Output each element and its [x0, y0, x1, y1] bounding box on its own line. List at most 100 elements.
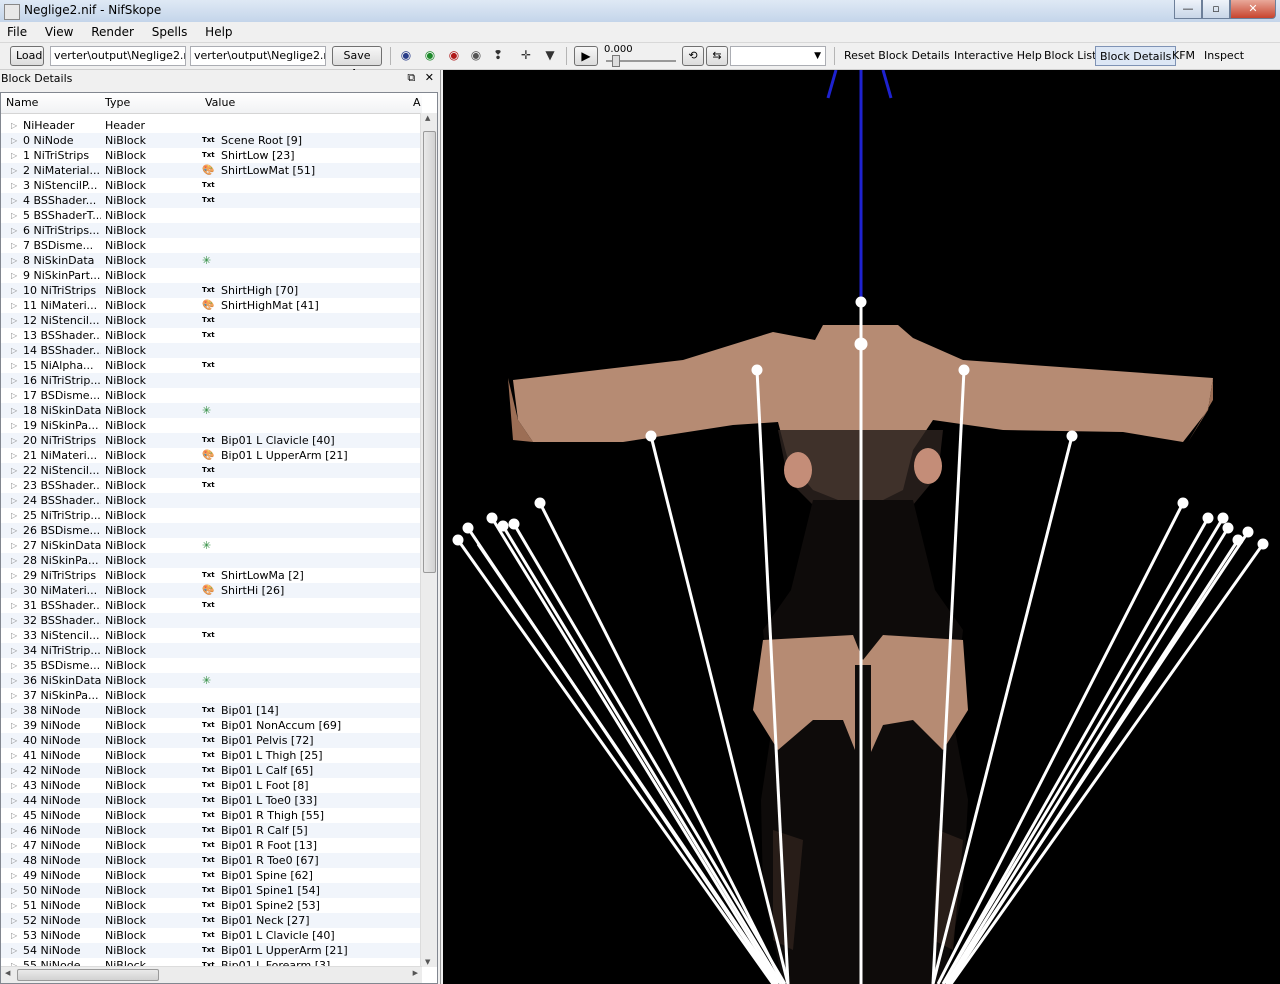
load-button[interactable]: Load — [10, 46, 44, 66]
table-row[interactable]: ▷ 26 BSDisme... NiBlock — [1, 523, 422, 538]
expand-arrow-icon[interactable]: ▷ — [11, 898, 17, 913]
interactive-help-button[interactable]: Interactive Help — [950, 46, 1046, 66]
reset-block-details-button[interactable]: Reset Block Details — [840, 46, 954, 66]
expand-arrow-icon[interactable]: ▷ — [11, 778, 17, 793]
table-row[interactable]: ▷ 49 NiNode NiBlock Txt Bip01 Spine [62] — [1, 868, 422, 883]
table-row[interactable]: ▷ 23 BSShader... NiBlock Txt — [1, 478, 422, 493]
time-slider-handle[interactable] — [612, 55, 620, 67]
expand-arrow-icon[interactable]: ▷ — [11, 418, 17, 433]
expand-arrow-icon[interactable]: ▷ — [11, 283, 17, 298]
table-row[interactable]: ▷ 22 NiStencil... NiBlock Txt — [1, 463, 422, 478]
save-path-field[interactable]: verter\output\Neglige2.nif — [190, 46, 326, 66]
expand-arrow-icon[interactable]: ▷ — [11, 688, 17, 703]
expand-arrow-icon[interactable]: ▷ — [11, 208, 17, 223]
table-row[interactable]: ▷ 15 NiAlpha... NiBlock Txt — [1, 358, 422, 373]
table-row[interactable]: ▷ 6 NiTriStrips... NiBlock — [1, 223, 422, 238]
expand-arrow-icon[interactable]: ▷ — [11, 268, 17, 283]
table-row[interactable]: ▷ 4 BSShader... NiBlock Txt — [1, 193, 422, 208]
table-row[interactable]: ▷ 25 NiTriStrip... NiBlock — [1, 508, 422, 523]
dropdown-arrow-icon[interactable]: ▼ — [542, 48, 558, 62]
column-a[interactable]: A — [413, 96, 421, 109]
table-row[interactable]: ▷ 39 NiNode NiBlock Txt Bip01 NonAccum [69] — [1, 718, 422, 733]
table-row[interactable]: ▷ 9 NiSkinPart... NiBlock — [1, 268, 422, 283]
table-row[interactable]: ▷ 5 BSShaderT... NiBlock — [1, 208, 422, 223]
table-row[interactable]: ▷ 34 NiTriStrip... NiBlock — [1, 643, 422, 658]
block-details-button[interactable]: Block Details — [1095, 46, 1177, 66]
expand-arrow-icon[interactable]: ▷ — [11, 118, 17, 133]
table-row[interactable]: ▷ NiHeader Header — [1, 118, 422, 133]
expand-arrow-icon[interactable]: ▷ — [11, 358, 17, 373]
play-button[interactable]: ▶ — [574, 46, 598, 66]
table-row[interactable]: ▷ 53 NiNode NiBlock Txt Bip01 L Clavicle [40… — [1, 928, 422, 943]
expand-arrow-icon[interactable]: ▷ — [11, 523, 17, 538]
expand-arrow-icon[interactable]: ▷ — [11, 223, 17, 238]
expand-arrow-icon[interactable]: ▷ — [11, 163, 17, 178]
expand-arrow-icon[interactable]: ▷ — [11, 763, 17, 778]
table-row[interactable]: ▷ 33 NiStencil... NiBlock Txt — [1, 628, 422, 643]
minimize-button[interactable]: — — [1174, 0, 1202, 19]
menu-file[interactable]: File — [0, 22, 34, 42]
inspect-button[interactable]: Inspect — [1200, 46, 1248, 66]
expand-arrow-icon[interactable]: ▷ — [11, 493, 17, 508]
maximize-button[interactable]: ▫ — [1202, 0, 1230, 19]
expand-arrow-icon[interactable]: ▷ — [11, 448, 17, 463]
table-row[interactable]: ▷ 16 NiTriStrip... NiBlock — [1, 373, 422, 388]
table-row[interactable]: ▷ 42 NiNode NiBlock Txt Bip01 L Calf [65] — [1, 763, 422, 778]
table-row[interactable]: ▷ 18 NiSkinData NiBlock ✳ — [1, 403, 422, 418]
expand-arrow-icon[interactable]: ▷ — [11, 133, 17, 148]
table-row[interactable]: ▷ 38 NiNode NiBlock Txt Bip01 [14] — [1, 703, 422, 718]
expand-arrow-icon[interactable]: ▷ — [11, 943, 17, 958]
move-icon[interactable]: ✛ — [518, 48, 534, 62]
table-row[interactable]: ▷ 37 NiSkinPa... NiBlock — [1, 688, 422, 703]
table-row[interactable]: ▷ 28 NiSkinPa... NiBlock — [1, 553, 422, 568]
table-row[interactable]: ▷ 20 NiTriStrips NiBlock Txt Bip01 L Clavicl… — [1, 433, 422, 448]
expand-arrow-icon[interactable]: ▷ — [11, 928, 17, 943]
expand-arrow-icon[interactable]: ▷ — [11, 748, 17, 763]
table-row[interactable]: ▷ 7 BSDisme... NiBlock — [1, 238, 422, 253]
table-row[interactable]: ▷ 36 NiSkinData NiBlock ✳ — [1, 673, 422, 688]
expand-arrow-icon[interactable]: ▷ — [11, 193, 17, 208]
table-row[interactable]: ▷ 2 NiMaterial... NiBlock 🎨 ShirtLowMat [51] — [1, 163, 422, 178]
table-row[interactable]: ▷ 44 NiNode NiBlock Txt Bip01 L Toe0 [33] — [1, 793, 422, 808]
table-row[interactable]: ▷ 50 NiNode NiBlock Txt Bip01 Spine1 [54] — [1, 883, 422, 898]
expand-arrow-icon[interactable]: ▷ — [11, 463, 17, 478]
column-name[interactable]: Name — [6, 96, 38, 109]
dock-close-button[interactable]: ✕ — [425, 71, 434, 84]
menu-view[interactable]: View — [38, 22, 80, 42]
table-row[interactable]: ▷ 3 NiStencilP... NiBlock Txt — [1, 178, 422, 193]
column-type[interactable]: Type — [105, 96, 130, 109]
vertical-scroll-thumb[interactable] — [423, 131, 436, 573]
table-row[interactable]: ▷ 12 NiStencil... NiBlock Txt — [1, 313, 422, 328]
eye-red-icon[interactable]: ◉ — [446, 48, 462, 62]
expand-arrow-icon[interactable]: ▷ — [11, 538, 17, 553]
table-row[interactable]: ▷ 45 NiNode NiBlock Txt Bip01 R Thigh [55] — [1, 808, 422, 823]
table-row[interactable]: ▷ 14 BSShader... NiBlock — [1, 343, 422, 358]
expand-arrow-icon[interactable]: ▷ — [11, 508, 17, 523]
table-row[interactable]: ▷ 29 NiTriStrips NiBlock Txt ShirtLowMa [2] — [1, 568, 422, 583]
animation-select[interactable]: ▼ — [730, 46, 826, 66]
expand-arrow-icon[interactable]: ▷ — [11, 253, 17, 268]
loop-button[interactable]: ⟲ — [682, 46, 704, 66]
table-row[interactable]: ▷ 19 NiSkinPa... NiBlock — [1, 418, 422, 433]
table-row[interactable]: ▷ 8 NiSkinData NiBlock ✳ — [1, 253, 422, 268]
eye-gray-icon[interactable]: ◉ — [468, 48, 484, 62]
expand-arrow-icon[interactable]: ▷ — [11, 868, 17, 883]
table-row[interactable]: ▷ 31 BSShader... NiBlock Txt — [1, 598, 422, 613]
eye-green-icon[interactable]: ◉ — [422, 48, 438, 62]
table-row[interactable]: ▷ 54 NiNode NiBlock Txt Bip01 L UpperArm [21… — [1, 943, 422, 958]
block-list-button[interactable]: Block List — [1040, 46, 1100, 66]
table-row[interactable]: ▷ 10 NiTriStrips NiBlock Txt ShirtHigh [70] — [1, 283, 422, 298]
table-row[interactable]: ▷ 13 BSShader... NiBlock Txt — [1, 328, 422, 343]
expand-arrow-icon[interactable]: ▷ — [11, 238, 17, 253]
expand-arrow-icon[interactable]: ▷ — [11, 628, 17, 643]
expand-arrow-icon[interactable]: ▷ — [11, 298, 17, 313]
table-row[interactable]: ▷ 21 NiMateri... NiBlock 🎨 Bip01 L UpperArm … — [1, 448, 422, 463]
table-row[interactable]: ▷ 47 NiNode NiBlock Txt Bip01 R Foot [13] — [1, 838, 422, 853]
expand-arrow-icon[interactable]: ▷ — [11, 553, 17, 568]
horizontal-scrollbar[interactable]: ◀ ▶ — [1, 966, 422, 983]
dock-float-button[interactable]: ⧉ — [407, 71, 415, 84]
expand-arrow-icon[interactable]: ▷ — [11, 643, 17, 658]
save-as-button[interactable]: Save As — [332, 46, 382, 80]
table-row[interactable]: ▷ 48 NiNode NiBlock Txt Bip01 R Toe0 [67] — [1, 853, 422, 868]
expand-arrow-icon[interactable]: ▷ — [11, 583, 17, 598]
